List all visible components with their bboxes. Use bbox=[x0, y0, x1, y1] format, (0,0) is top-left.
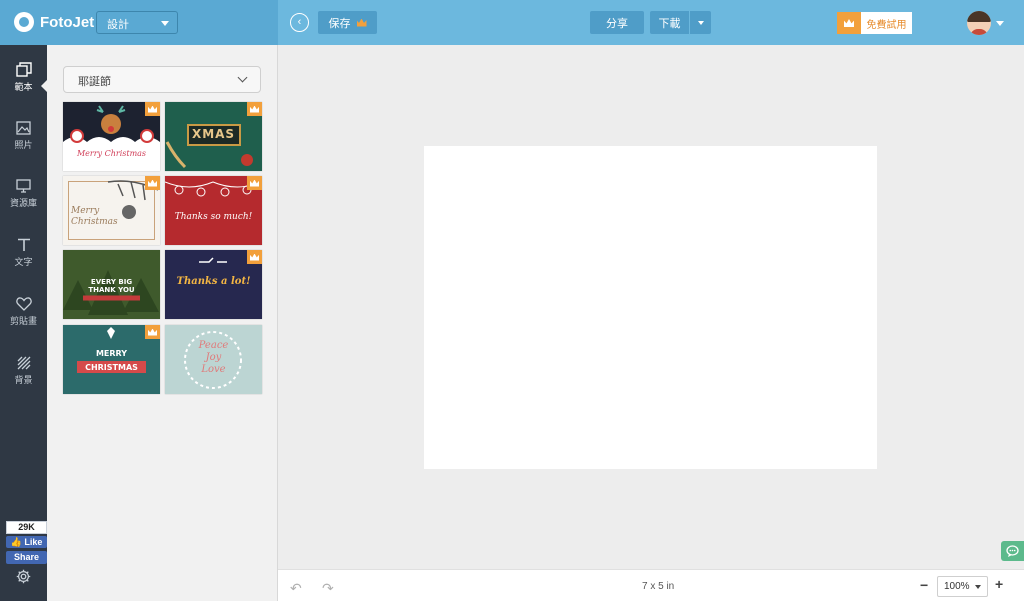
chat-icon bbox=[1006, 545, 1019, 557]
sidebar-item-label: 資源庫 bbox=[9, 198, 37, 208]
top-bar: FotoJet 設計 ‹ 保存 分享 下載 免費試用 bbox=[0, 0, 1024, 45]
like-label: Like bbox=[24, 537, 43, 547]
crown-icon bbox=[250, 105, 259, 113]
canvas-size-label: 7 x 5 in bbox=[642, 581, 675, 592]
crown-icon bbox=[148, 105, 157, 113]
template-thumbnail[interactable]: MERRY CHRISTMAS bbox=[63, 325, 160, 394]
avatar[interactable] bbox=[967, 11, 991, 35]
category-select[interactable]: 耶誕節 bbox=[63, 66, 261, 93]
caret-down-icon bbox=[697, 20, 704, 25]
facebook-like-widget: 29K 👍 Like Share bbox=[6, 521, 47, 564]
app-name: FotoJet bbox=[40, 13, 95, 31]
template-thumbnail[interactable]: Merry Christmas bbox=[63, 176, 160, 245]
download-label: 下載 bbox=[658, 17, 681, 30]
crown-icon bbox=[356, 18, 367, 27]
crown-icon bbox=[250, 253, 259, 261]
thumb-text: MERRY CHRISTMAS bbox=[85, 349, 138, 372]
download-button[interactable]: 下載 bbox=[650, 11, 689, 34]
thumb-text: Merry Christmas bbox=[71, 206, 118, 227]
sidebar-item-label: 範本 bbox=[14, 82, 33, 92]
template-icon bbox=[15, 62, 32, 77]
premium-badge bbox=[145, 325, 160, 339]
facebook-like-button[interactable]: 👍 Like bbox=[6, 536, 47, 548]
thumb-text: Peace Joy Love bbox=[198, 340, 229, 375]
caret-down-icon bbox=[975, 585, 981, 589]
crown-icon bbox=[250, 179, 259, 187]
share-label: 分享 bbox=[606, 17, 628, 30]
back-button[interactable]: ‹ bbox=[290, 13, 309, 32]
save-button[interactable]: 保存 bbox=[318, 11, 377, 34]
sidebar-item-label: 文字 bbox=[14, 257, 33, 267]
template-thumbnail[interactable]: Thanks so much! bbox=[165, 176, 262, 245]
thumb-text: EVERY BIG THANK YOU bbox=[88, 278, 135, 294]
template-thumbnail[interactable]: Peace Joy Love bbox=[165, 325, 262, 394]
logo-area: FotoJet 設計 bbox=[0, 0, 278, 45]
fotojet-logo-icon bbox=[14, 12, 34, 32]
account-menu-caret-icon[interactable] bbox=[996, 21, 1004, 26]
thumbs-up-icon: 👍 bbox=[10, 537, 25, 547]
premium-badge bbox=[247, 102, 262, 116]
free-trial-button[interactable]: 免費試用 bbox=[837, 12, 912, 34]
mode-select[interactable]: 設計 bbox=[96, 11, 178, 34]
sidebar-item-templates[interactable]: 範本 bbox=[0, 62, 48, 108]
thumb-text: Thanks so much! bbox=[174, 212, 253, 222]
chevron-down-icon bbox=[237, 72, 248, 83]
design-canvas[interactable] bbox=[424, 146, 877, 469]
trial-label: 免費試用 bbox=[861, 12, 912, 34]
photo-icon bbox=[16, 121, 31, 135]
premium-badge bbox=[247, 250, 262, 264]
avatar-shirt bbox=[970, 29, 988, 35]
trial-crown bbox=[837, 12, 861, 34]
chat-button[interactable] bbox=[1001, 541, 1024, 561]
premium-badge bbox=[247, 176, 262, 190]
save-label: 保存 bbox=[328, 17, 351, 30]
text-icon bbox=[17, 238, 30, 251]
sidebar-item-photos[interactable]: 照片 bbox=[0, 121, 47, 167]
template-thumbnail[interactable]: EVERY BIG THANK YOU bbox=[63, 250, 160, 319]
crown-icon bbox=[148, 328, 157, 336]
zoom-in-button[interactable]: + bbox=[995, 576, 1003, 592]
template-thumbnail[interactable]: Merry Christmas bbox=[63, 102, 160, 171]
template-thumbnail[interactable]: Thanks a lot! bbox=[165, 250, 262, 319]
template-panel: 耶誕節 Merry Christmas XMAS Merry Christmas… bbox=[47, 45, 278, 601]
download-options-button[interactable] bbox=[690, 11, 711, 34]
mode-select-value: 設計 bbox=[107, 19, 129, 31]
undo-icon[interactable]: ↶ bbox=[290, 580, 302, 597]
thumb-text: Thanks a lot! bbox=[176, 276, 251, 287]
avatar-hair bbox=[967, 11, 991, 22]
premium-badge bbox=[145, 176, 160, 190]
facebook-share-button[interactable]: Share bbox=[6, 551, 47, 564]
sidebar-item-clipart[interactable]: 剪貼畫 bbox=[0, 297, 47, 343]
thumb-text: Merry Christmas bbox=[76, 149, 147, 158]
crown-icon bbox=[148, 179, 157, 187]
sidebar-item-background[interactable]: 背景 bbox=[0, 356, 47, 402]
monitor-icon bbox=[16, 179, 31, 193]
like-count: 29K bbox=[6, 521, 47, 534]
premium-badge bbox=[145, 102, 160, 116]
zoom-value: 100% bbox=[944, 581, 970, 592]
sidebar: 範本 照片 資源庫 文字 剪貼畫 背景 29K 👍 Like Share bbox=[0, 45, 48, 601]
redo-icon[interactable]: ↷ bbox=[322, 580, 334, 597]
share-button[interactable]: 分享 bbox=[590, 11, 644, 34]
zoom-select[interactable]: 100% bbox=[937, 576, 988, 597]
pattern-icon bbox=[17, 356, 30, 370]
crown-icon bbox=[844, 19, 854, 27]
chevron-down-icon bbox=[161, 21, 169, 26]
canvas-area bbox=[278, 45, 1024, 569]
heart-icon bbox=[15, 297, 32, 311]
chevron-left-icon: ‹ bbox=[297, 16, 302, 28]
bottom-bar: ↶ ↷ 7 x 5 in − 100% + bbox=[278, 569, 1024, 601]
sidebar-item-label: 照片 bbox=[14, 140, 33, 150]
sidebar-item-label: 剪貼畫 bbox=[9, 316, 37, 326]
category-value: 耶誕節 bbox=[78, 76, 111, 88]
gear-icon[interactable] bbox=[16, 569, 31, 584]
zoom-out-button[interactable]: − bbox=[920, 577, 928, 593]
sidebar-item-text[interactable]: 文字 bbox=[0, 238, 47, 284]
sidebar-item-library[interactable]: 資源庫 bbox=[0, 179, 47, 225]
template-thumbnail[interactable]: XMAS bbox=[165, 102, 262, 171]
app-logo[interactable]: FotoJet bbox=[14, 12, 94, 32]
sidebar-item-label: 背景 bbox=[14, 375, 33, 385]
